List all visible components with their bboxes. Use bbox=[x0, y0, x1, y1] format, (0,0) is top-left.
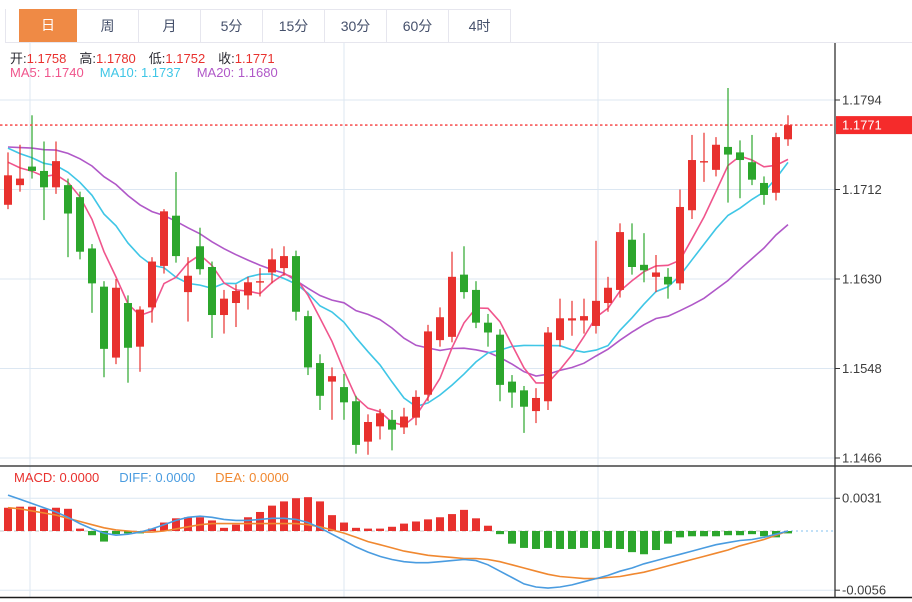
macd-histogram bbox=[4, 497, 792, 554]
candlestick-chart[interactable]: 1.1794 1.1712 1.1630 1.1548 1.1466 1.1771 0.00… bbox=[0, 0, 912, 602]
timeframe-tabbar: 日 周 月 5分 15分 30分 60分 4时 bbox=[5, 9, 912, 43]
tab-month[interactable]: 月 bbox=[139, 9, 201, 42]
tab-60min[interactable]: 60分 bbox=[387, 9, 449, 42]
tab-4hour[interactable]: 4时 bbox=[449, 9, 511, 42]
svg-text:1.1630: 1.1630 bbox=[842, 272, 882, 287]
tab-week[interactable]: 周 bbox=[77, 9, 139, 42]
svg-text:0.0031: 0.0031 bbox=[842, 491, 882, 506]
tab-30min[interactable]: 30分 bbox=[325, 9, 387, 42]
tab-15min[interactable]: 15分 bbox=[263, 9, 325, 42]
svg-text:-0.0056: -0.0056 bbox=[842, 583, 886, 598]
svg-text:1.1794: 1.1794 bbox=[842, 93, 882, 108]
ma5-line bbox=[8, 156, 788, 425]
macd-axis: 0.0031 -0.0056 bbox=[835, 491, 886, 598]
svg-text:1.1548: 1.1548 bbox=[842, 361, 882, 376]
tab-day[interactable]: 日 bbox=[19, 9, 77, 42]
tab-5min[interactable]: 5分 bbox=[201, 9, 263, 42]
svg-text:1.1771: 1.1771 bbox=[842, 118, 882, 133]
svg-text:1.1466: 1.1466 bbox=[842, 451, 882, 466]
candles bbox=[4, 88, 792, 455]
ma-lines bbox=[8, 147, 788, 425]
price-axis: 1.1794 1.1712 1.1630 1.1548 1.1466 1.1771 bbox=[835, 93, 912, 466]
svg-text:1.1712: 1.1712 bbox=[842, 182, 882, 197]
